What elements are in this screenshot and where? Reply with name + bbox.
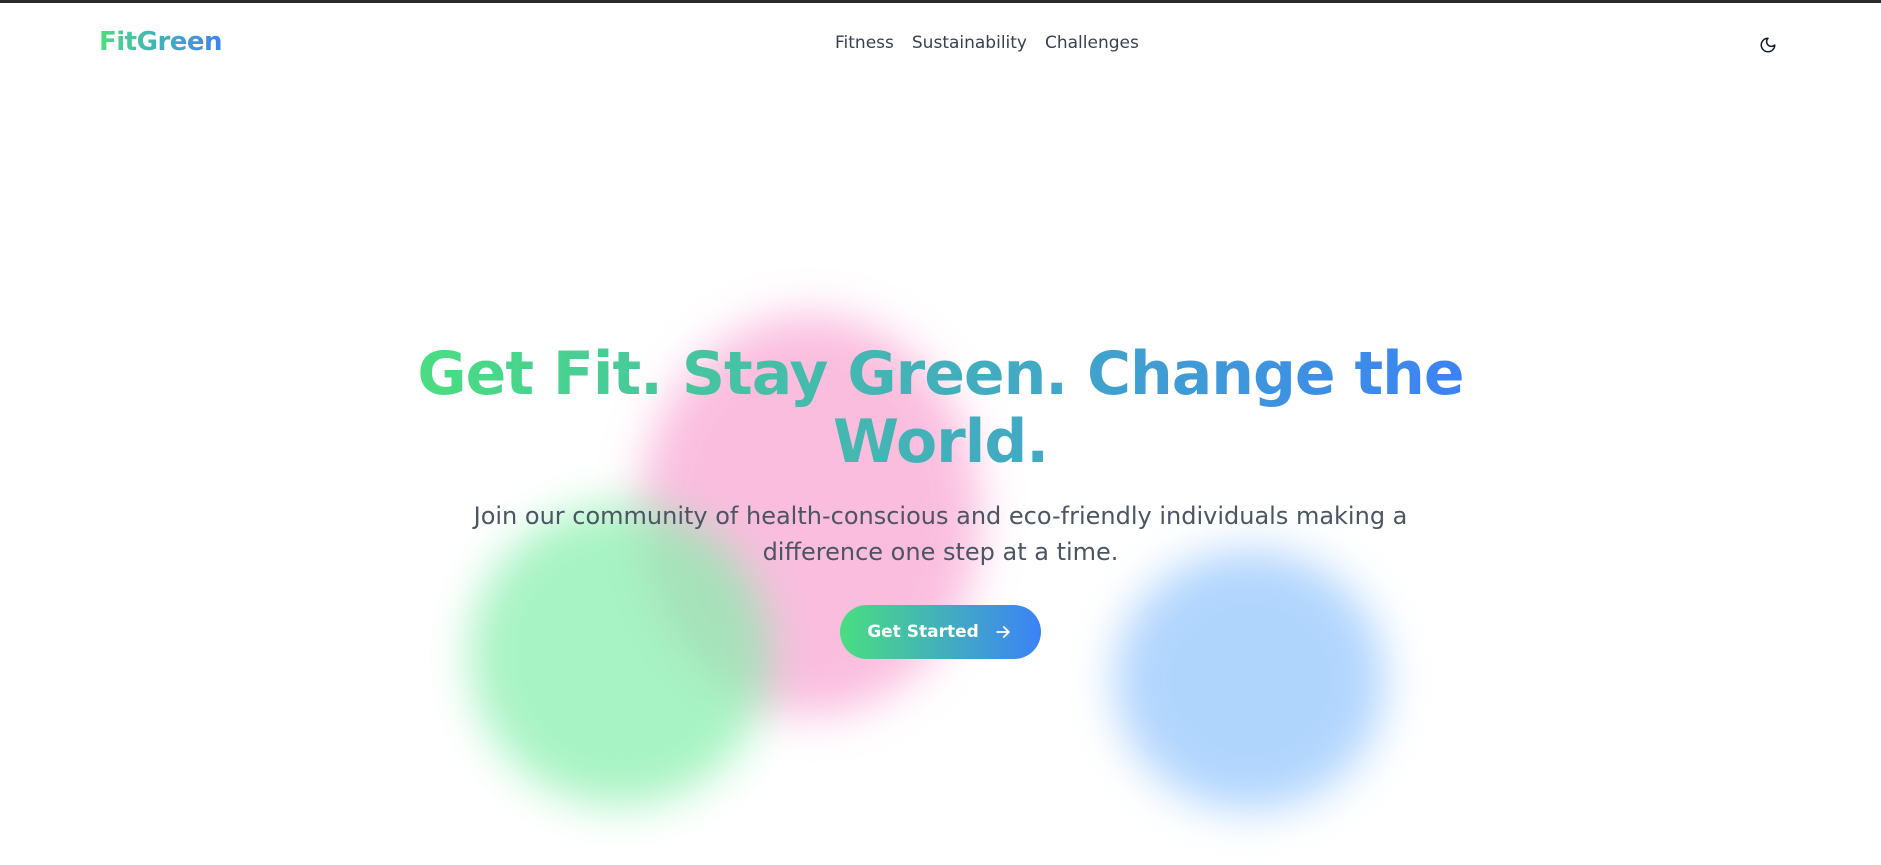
arrow-right-icon	[993, 622, 1013, 642]
hero-title: Get Fit. Stay Green. Change the World.	[411, 340, 1471, 476]
nav-link-fitness[interactable]: Fitness	[835, 33, 894, 53]
landing-page: FitGreen Fitness Sustainability Challeng…	[0, 0, 1881, 865]
get-started-button[interactable]: Get Started	[840, 605, 1041, 659]
hero-subtitle: Join our community of health-conscious a…	[473, 502, 1408, 566]
get-started-label: Get Started	[867, 622, 979, 642]
nav-link-challenges[interactable]: Challenges	[1045, 33, 1139, 53]
window-top-border	[0, 0, 1881, 3]
navbar: FitGreen Fitness Sustainability Challeng…	[0, 3, 1881, 83]
nav-link-sustainability[interactable]: Sustainability	[912, 33, 1027, 53]
theme-toggle-button[interactable]	[1755, 32, 1781, 58]
moon-icon	[1760, 37, 1776, 53]
nav-links: Fitness Sustainability Challenges	[835, 33, 1139, 53]
brand-logo[interactable]: FitGreen	[99, 27, 223, 57]
hero-section: Get Fit. Stay Green. Change the World. J…	[0, 340, 1881, 659]
